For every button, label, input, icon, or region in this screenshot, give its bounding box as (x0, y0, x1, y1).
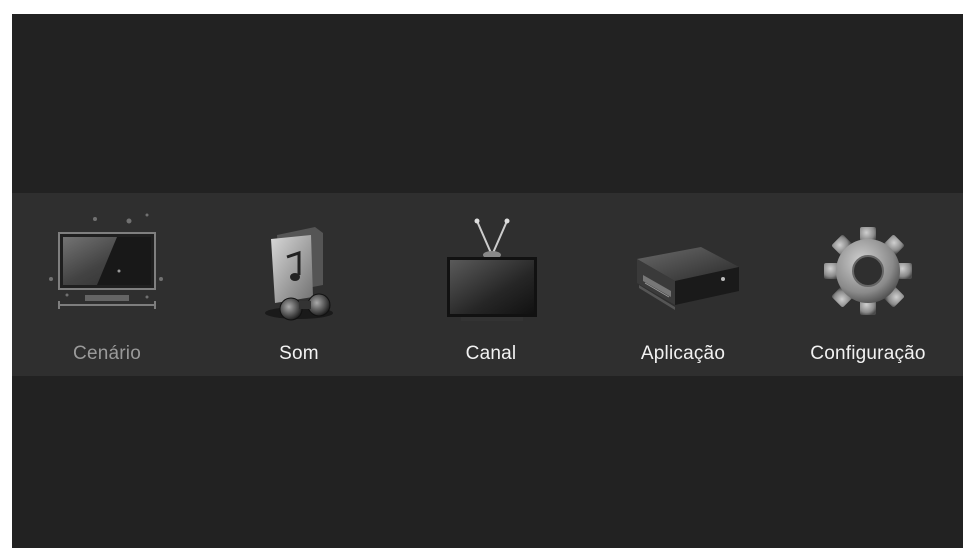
menu-item-label: Canal (465, 343, 517, 364)
tv-antenna-icon (396, 213, 586, 333)
menu-item-som[interactable]: Som (204, 193, 394, 376)
gear-icon (773, 213, 963, 333)
music-folder-icon (204, 213, 394, 333)
menu-item-label: Som (279, 343, 319, 364)
tv-screen: Cenário Som Canal Aplicação Configuração (12, 14, 963, 548)
menu-item-label: Cenário (73, 343, 141, 364)
menu-item-cenario[interactable]: Cenário (12, 193, 202, 376)
main-menu: Cenário Som Canal Aplicação Configuração (12, 193, 963, 376)
scene-icon (12, 213, 202, 333)
menu-item-configuracao[interactable]: Configuração (773, 193, 963, 376)
menu-item-label: Aplicação (640, 343, 726, 364)
media-box-icon (588, 213, 778, 333)
menu-item-label: Configuração (810, 343, 926, 364)
menu-item-canal[interactable]: Canal (396, 193, 586, 376)
menu-item-aplicacao[interactable]: Aplicação (588, 193, 778, 376)
